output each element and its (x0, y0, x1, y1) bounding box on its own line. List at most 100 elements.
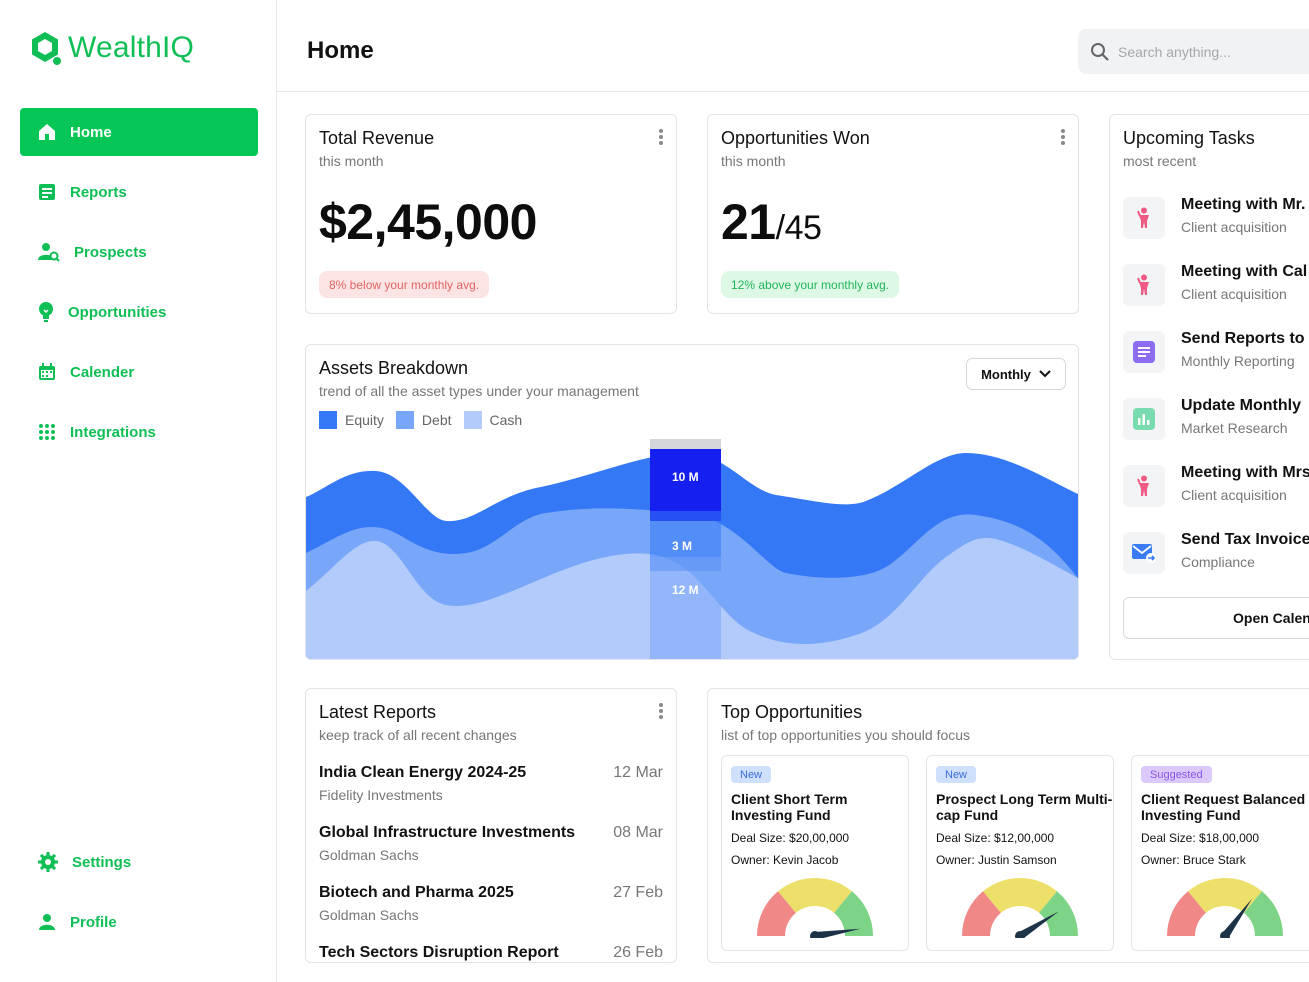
task-title: Meeting with Mrs (1181, 464, 1309, 481)
task-subtitle: Client acquisition (1181, 286, 1287, 302)
opportunities-won-value: 21/45 (721, 193, 822, 251)
opportunity-owner: Owner: Justin Samson (936, 853, 1057, 867)
legend-debt: Debt (395, 411, 452, 429)
card-title: Opportunities Won (721, 128, 870, 148)
task-title: Send Tax Invoice (1181, 531, 1309, 548)
period-dropdown[interactable]: Monthly (966, 358, 1066, 390)
sidebar-item-integrations[interactable]: Integrations (20, 408, 258, 456)
report-title: Global Infrastructure Investments (319, 824, 576, 841)
task-item[interactable]: Send Tax Invoice Compliance (1123, 528, 1309, 578)
card-subtitle: most recent (1123, 153, 1197, 169)
report-title: India Clean Energy 2024-25 (319, 764, 527, 781)
report-item[interactable]: India Clean Energy 2024-25 Fidelity Inve… (319, 761, 663, 811)
card-subtitle: list of top opportunities you should foc… (721, 727, 971, 743)
sidebar: WealthIQ Home Reports Prospects Opportun… (0, 0, 277, 982)
home-icon (39, 124, 55, 140)
highlight-label-equity: 10 M (672, 470, 699, 484)
card-subtitle: trend of all the asset types under your … (319, 383, 639, 399)
card-title: Assets Breakdown (319, 358, 469, 378)
highlight-overlay-cash (650, 557, 721, 659)
area-chart: 10 M 3 M 12 M (306, 439, 1078, 659)
won-count: 21 (721, 194, 776, 250)
opportunity-badge: New (936, 766, 977, 783)
sidebar-item-reports[interactable]: Reports (20, 168, 258, 216)
report-title: Biotech and Pharma 2025 (319, 884, 514, 901)
revenue-card: Total Revenue this month $2,45,000 8% be… (305, 114, 677, 314)
task-item[interactable]: Update Monthly Market Research (1123, 394, 1309, 444)
sidebar-item-home[interactable]: Home (20, 108, 258, 156)
sidebar-item-settings[interactable]: Settings (20, 838, 258, 886)
revenue-note: 8% below your monthly avg. (319, 271, 490, 298)
sidebar-item-label: Settings (72, 853, 132, 871)
sidebar-item-prospects[interactable]: Prospects (20, 228, 258, 276)
sidebar-item-calender[interactable]: Calender (20, 348, 258, 396)
sidebar-item-profile[interactable]: Profile (20, 898, 258, 946)
sidebar-item-label: Prospects (74, 243, 147, 261)
card-title: Upcoming Tasks (1123, 128, 1255, 148)
card-subtitle: keep track of all recent changes (319, 727, 517, 743)
card-subtitle: this month (319, 153, 384, 169)
report-item[interactable]: Biotech and Pharma 2025 Goldman Sachs 27… (319, 881, 663, 931)
sidebar-item-opportunities[interactable]: Opportunities (20, 288, 258, 336)
gear-icon (38, 852, 58, 872)
opportunity-owner: Owner: Bruce Stark (1141, 853, 1246, 867)
card-title: Latest Reports (319, 702, 437, 722)
opportunity-card[interactable]: Suggested Client Request Balanced Invest… (1131, 755, 1309, 951)
task-subtitle: Compliance (1181, 554, 1255, 570)
chart-icon (1123, 398, 1165, 440)
opportunity-title: Prospect Long Term Multi-cap Fund (936, 791, 1113, 823)
highlight-overlay-equity (650, 449, 721, 521)
top-opportunities-card: Top Opportunities list of top opportunit… (707, 688, 1309, 963)
opportunity-owner: Owner: Kevin Jacob (731, 853, 839, 867)
reports-card: Latest Reports keep track of all recent … (305, 688, 677, 963)
report-date: 27 Feb (613, 884, 663, 901)
score-gauge (757, 878, 873, 938)
document-icon (1123, 331, 1165, 373)
prospects-icon (38, 243, 60, 262)
report-icon (39, 184, 55, 200)
score-gauge (962, 878, 1078, 938)
opportunity-card[interactable]: New Client Short Term Investing Fund Dea… (721, 755, 909, 951)
search-icon (1091, 42, 1109, 61)
grid-icon (39, 424, 55, 440)
opportunity-card[interactable]: New Prospect Long Term Multi-cap Fund De… (926, 755, 1114, 951)
report-date: 26 Feb (613, 944, 663, 961)
report-source: Goldman Sachs (319, 907, 419, 923)
report-title: Tech Sectors Disruption Report (319, 944, 559, 961)
report-date: 12 Mar (613, 764, 663, 781)
sidebar-item-label: Profile (70, 913, 117, 931)
search-input[interactable] (1118, 43, 1309, 60)
sidebar-item-label: Home (70, 123, 112, 141)
opportunity-title: Client Request Balanced Investing Fund (1141, 791, 1306, 823)
task-item[interactable]: Meeting with Mrs Client acquisition (1123, 461, 1309, 511)
task-item[interactable]: Meeting with Mr. Client acquisition (1123, 193, 1309, 243)
more-options-icon[interactable] (656, 127, 666, 145)
brand-name: WealthIQ (68, 31, 195, 64)
logo[interactable]: WealthIQ (30, 30, 194, 66)
more-options-icon[interactable] (656, 701, 666, 719)
header: Home (277, 0, 1309, 92)
legend-equity: Equity (319, 411, 384, 429)
score-gauge (1167, 878, 1283, 938)
task-item[interactable]: Meeting with Cal Client acquisition (1123, 260, 1309, 310)
task-title: Meeting with Mr. (1181, 196, 1306, 213)
report-item[interactable]: Tech Sectors Disruption Report 26 Feb (319, 941, 663, 962)
card-title: Top Opportunities (721, 702, 863, 722)
task-subtitle: Monthly Reporting (1181, 353, 1295, 369)
task-subtitle: Client acquisition (1181, 487, 1287, 503)
legend-cash: Cash (463, 411, 522, 429)
report-source: Fidelity Investments (319, 787, 443, 803)
person-icon (1123, 465, 1165, 507)
highlight-label-debt: 3 M (672, 539, 692, 553)
chevron-down-icon (1039, 370, 1051, 378)
report-item[interactable]: Global Infrastructure Investments Goldma… (319, 821, 663, 871)
mail-icon (1123, 532, 1165, 574)
task-title: Update Monthly (1181, 397, 1301, 414)
page-title: Home (307, 37, 374, 64)
more-options-icon[interactable] (1058, 127, 1068, 145)
task-item[interactable]: Send Reports to Monthly Reporting (1123, 327, 1309, 377)
search-box[interactable] (1078, 29, 1309, 74)
open-calendar-button[interactable]: Open Calen (1123, 597, 1309, 639)
revenue-value: $2,45,000 (319, 194, 537, 250)
task-title: Meeting with Cal (1181, 263, 1308, 280)
